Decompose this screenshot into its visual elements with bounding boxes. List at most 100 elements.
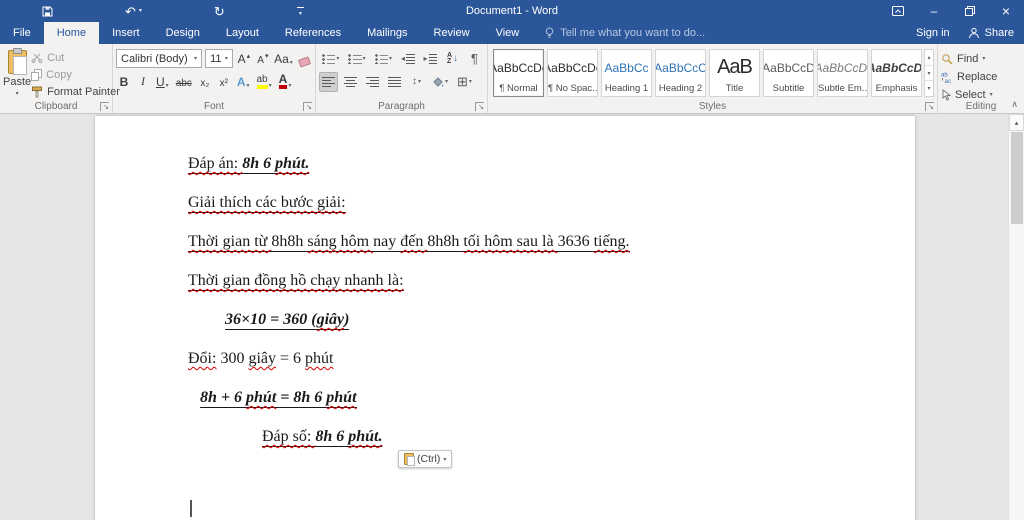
style-heading-1[interactable]: AaBbCc Heading 1 — [601, 49, 652, 97]
redo-button[interactable]: ↻ — [214, 5, 225, 18]
style-subtle-em-[interactable]: AaBbCcDt Subtle Em... — [817, 49, 868, 97]
minimize-button[interactable]: – — [916, 0, 952, 22]
save-button[interactable] — [42, 6, 53, 17]
align-center-button[interactable] — [341, 72, 360, 92]
tab-insert[interactable]: Insert — [99, 22, 153, 44]
tab-file[interactable]: File — [0, 22, 44, 44]
style-subtitle[interactable]: AaBbCcD Subtitle — [763, 49, 814, 97]
borders-button[interactable]: ⊞ ▾ — [454, 72, 475, 92]
grow-font-button[interactable]: A ▴ — [236, 49, 252, 69]
line-spacing-button[interactable]: ↕ ▾ — [407, 72, 426, 92]
numbering-button[interactable]: ▾ — [345, 49, 368, 69]
numbering-dropdown-icon[interactable]: ▾ — [363, 55, 366, 62]
text-cursor-caret — [190, 500, 192, 517]
paste-dropdown-icon[interactable]: ▾ — [16, 90, 19, 97]
decrease-indent-button[interactable]: ◂ — [398, 49, 417, 69]
restore-button[interactable] — [952, 0, 988, 22]
clear-formatting-button[interactable] — [296, 49, 312, 69]
font-family-combobox[interactable]: Calibri (Body) ▾ — [116, 49, 203, 68]
styles-dialog-launcher[interactable]: ↘ — [925, 102, 934, 111]
align-left-button[interactable] — [319, 71, 338, 92]
justify-icon — [388, 76, 401, 87]
font-color-icon: A — [278, 73, 288, 89]
show-hide-marks-button[interactable]: ¶ — [465, 49, 484, 69]
align-right-button[interactable] — [363, 72, 382, 92]
tab-design[interactable]: Design — [153, 22, 213, 44]
customize-qat-button[interactable]: ▾ — [296, 6, 304, 17]
superscript-button[interactable]: x² — [216, 72, 232, 92]
styles-scroll-down-button[interactable]: ▾ — [925, 66, 933, 82]
document-page[interactable]: Đáp án: 8h 6 phút. Giải thích các bước gi… — [95, 116, 915, 520]
misspelled-text: Thời gian đồng hồ chạy nhanh là: — [188, 272, 404, 289]
sort-button[interactable]: AZ ↓ — [443, 49, 462, 69]
group-styles: AaBbCcDc¶ NormalAaBbCcDc¶ No Spac...AaBb… — [488, 44, 938, 113]
tab-layout[interactable]: Layout — [213, 22, 272, 44]
ribbon-display-options-button[interactable] — [880, 0, 916, 22]
close-button[interactable]: × — [988, 0, 1024, 22]
bullets-button[interactable]: ▾ — [319, 49, 342, 69]
shrink-font-arrow-icon: ▾ — [264, 52, 269, 60]
font-row-1: Calibri (Body) ▾ 11 ▾ A ▴ A ▾ Aa ▾ — [116, 47, 312, 70]
tab-home[interactable]: Home — [43, 22, 100, 44]
borders-dropdown-icon[interactable]: ▾ — [469, 78, 472, 85]
collapse-ribbon-button[interactable]: ∧ — [1011, 99, 1018, 110]
undo-button[interactable]: ↶ ▾ — [125, 5, 142, 18]
multilevel-list-button[interactable]: ▾ — [372, 49, 395, 69]
undo-dropdown-icon[interactable]: ▾ — [139, 8, 142, 14]
scrollbar-thumb[interactable] — [1011, 132, 1023, 224]
paragraph-dialog-launcher[interactable]: ↘ — [475, 102, 484, 111]
text-highlight-dropdown-icon[interactable]: ▾ — [269, 82, 272, 89]
styles-scroll-up-button[interactable]: ▴ — [925, 50, 933, 66]
doc-text: Đáp án: 8h 6 phút. Giải thích các bước gi… — [188, 154, 879, 466]
share-button[interactable]: Share — [968, 27, 1014, 39]
font-dialog-launcher[interactable]: ↘ — [303, 102, 312, 111]
styles-gallery-more-button[interactable]: ▾ — [925, 81, 933, 96]
text-segment: Đáp số: — [262, 428, 316, 447]
text-effects-button[interactable]: A ▾ — [235, 72, 252, 92]
underline-button[interactable]: U ▾ — [154, 72, 171, 92]
style-emphasis[interactable]: AaBbCcDt Emphasis — [871, 49, 922, 97]
style--normal[interactable]: AaBbCcDc ¶ Normal — [493, 49, 544, 97]
shading-button[interactable]: ▾ — [429, 72, 451, 92]
clipboard-dialog-launcher[interactable]: ↘ — [100, 102, 109, 111]
replace-button[interactable]: ab ac Replace — [941, 69, 1021, 84]
justify-button[interactable] — [385, 72, 404, 92]
font-size-combobox[interactable]: 11 ▾ — [205, 49, 233, 68]
tab-review[interactable]: Review — [421, 22, 483, 44]
window-controls: – × — [880, 0, 1024, 22]
bullets-dropdown-icon[interactable]: ▾ — [336, 55, 339, 62]
tab-references[interactable]: References — [272, 22, 354, 44]
select-button[interactable]: Select ▾ — [941, 87, 1021, 102]
select-dropdown-icon[interactable]: ▾ — [990, 91, 993, 98]
italic-button[interactable]: I — [135, 72, 151, 92]
vertical-scrollbar[interactable]: ▴ — [1008, 114, 1024, 520]
paste-button[interactable]: Paste ▾ — [3, 47, 31, 99]
shading-dropdown-icon[interactable]: ▾ — [445, 78, 448, 85]
find-button[interactable]: Find ▾ — [941, 51, 1021, 66]
tab-mailings[interactable]: Mailings — [354, 22, 420, 44]
style-heading-2[interactable]: AaBbCcC Heading 2 — [655, 49, 706, 97]
tab-view[interactable]: View — [483, 22, 533, 44]
style--no-spac-[interactable]: AaBbCcDc ¶ No Spac... — [547, 49, 598, 97]
strikethrough-button[interactable]: abc — [174, 72, 194, 92]
paste-options-button[interactable]: (Ctrl) ▾ — [398, 450, 453, 468]
bold-button[interactable]: B — [116, 72, 132, 92]
multilevel-dropdown-icon[interactable]: ▾ — [389, 55, 392, 62]
change-case-button[interactable]: Aa ▾ — [274, 49, 293, 69]
sign-in-button[interactable]: Sign in — [916, 27, 950, 39]
copy-button[interactable]: Copy — [31, 68, 120, 82]
scrollbar-up-button[interactable]: ▴ — [1009, 114, 1024, 131]
style-title[interactable]: AaB Title — [709, 49, 760, 97]
font-color-dropdown-icon[interactable]: ▾ — [288, 82, 291, 89]
text-highlight-button[interactable]: ab ▾ — [255, 72, 274, 92]
subscript-button[interactable]: x₂ — [197, 72, 213, 92]
shrink-font-button[interactable]: A ▾ — [255, 49, 271, 69]
tell-me-box[interactable]: Tell me what you want to do... — [532, 22, 717, 44]
svg-text:ab: ab — [941, 72, 948, 78]
format-painter-button[interactable]: Format Painter — [31, 85, 120, 99]
increase-indent-button[interactable]: ▸ — [421, 49, 440, 69]
underline-dropdown-icon[interactable]: ▾ — [166, 82, 169, 89]
cut-button[interactable]: Cut — [31, 51, 120, 65]
font-color-button[interactable]: A ▾ — [277, 72, 294, 92]
find-dropdown-icon[interactable]: ▾ — [982, 55, 985, 62]
